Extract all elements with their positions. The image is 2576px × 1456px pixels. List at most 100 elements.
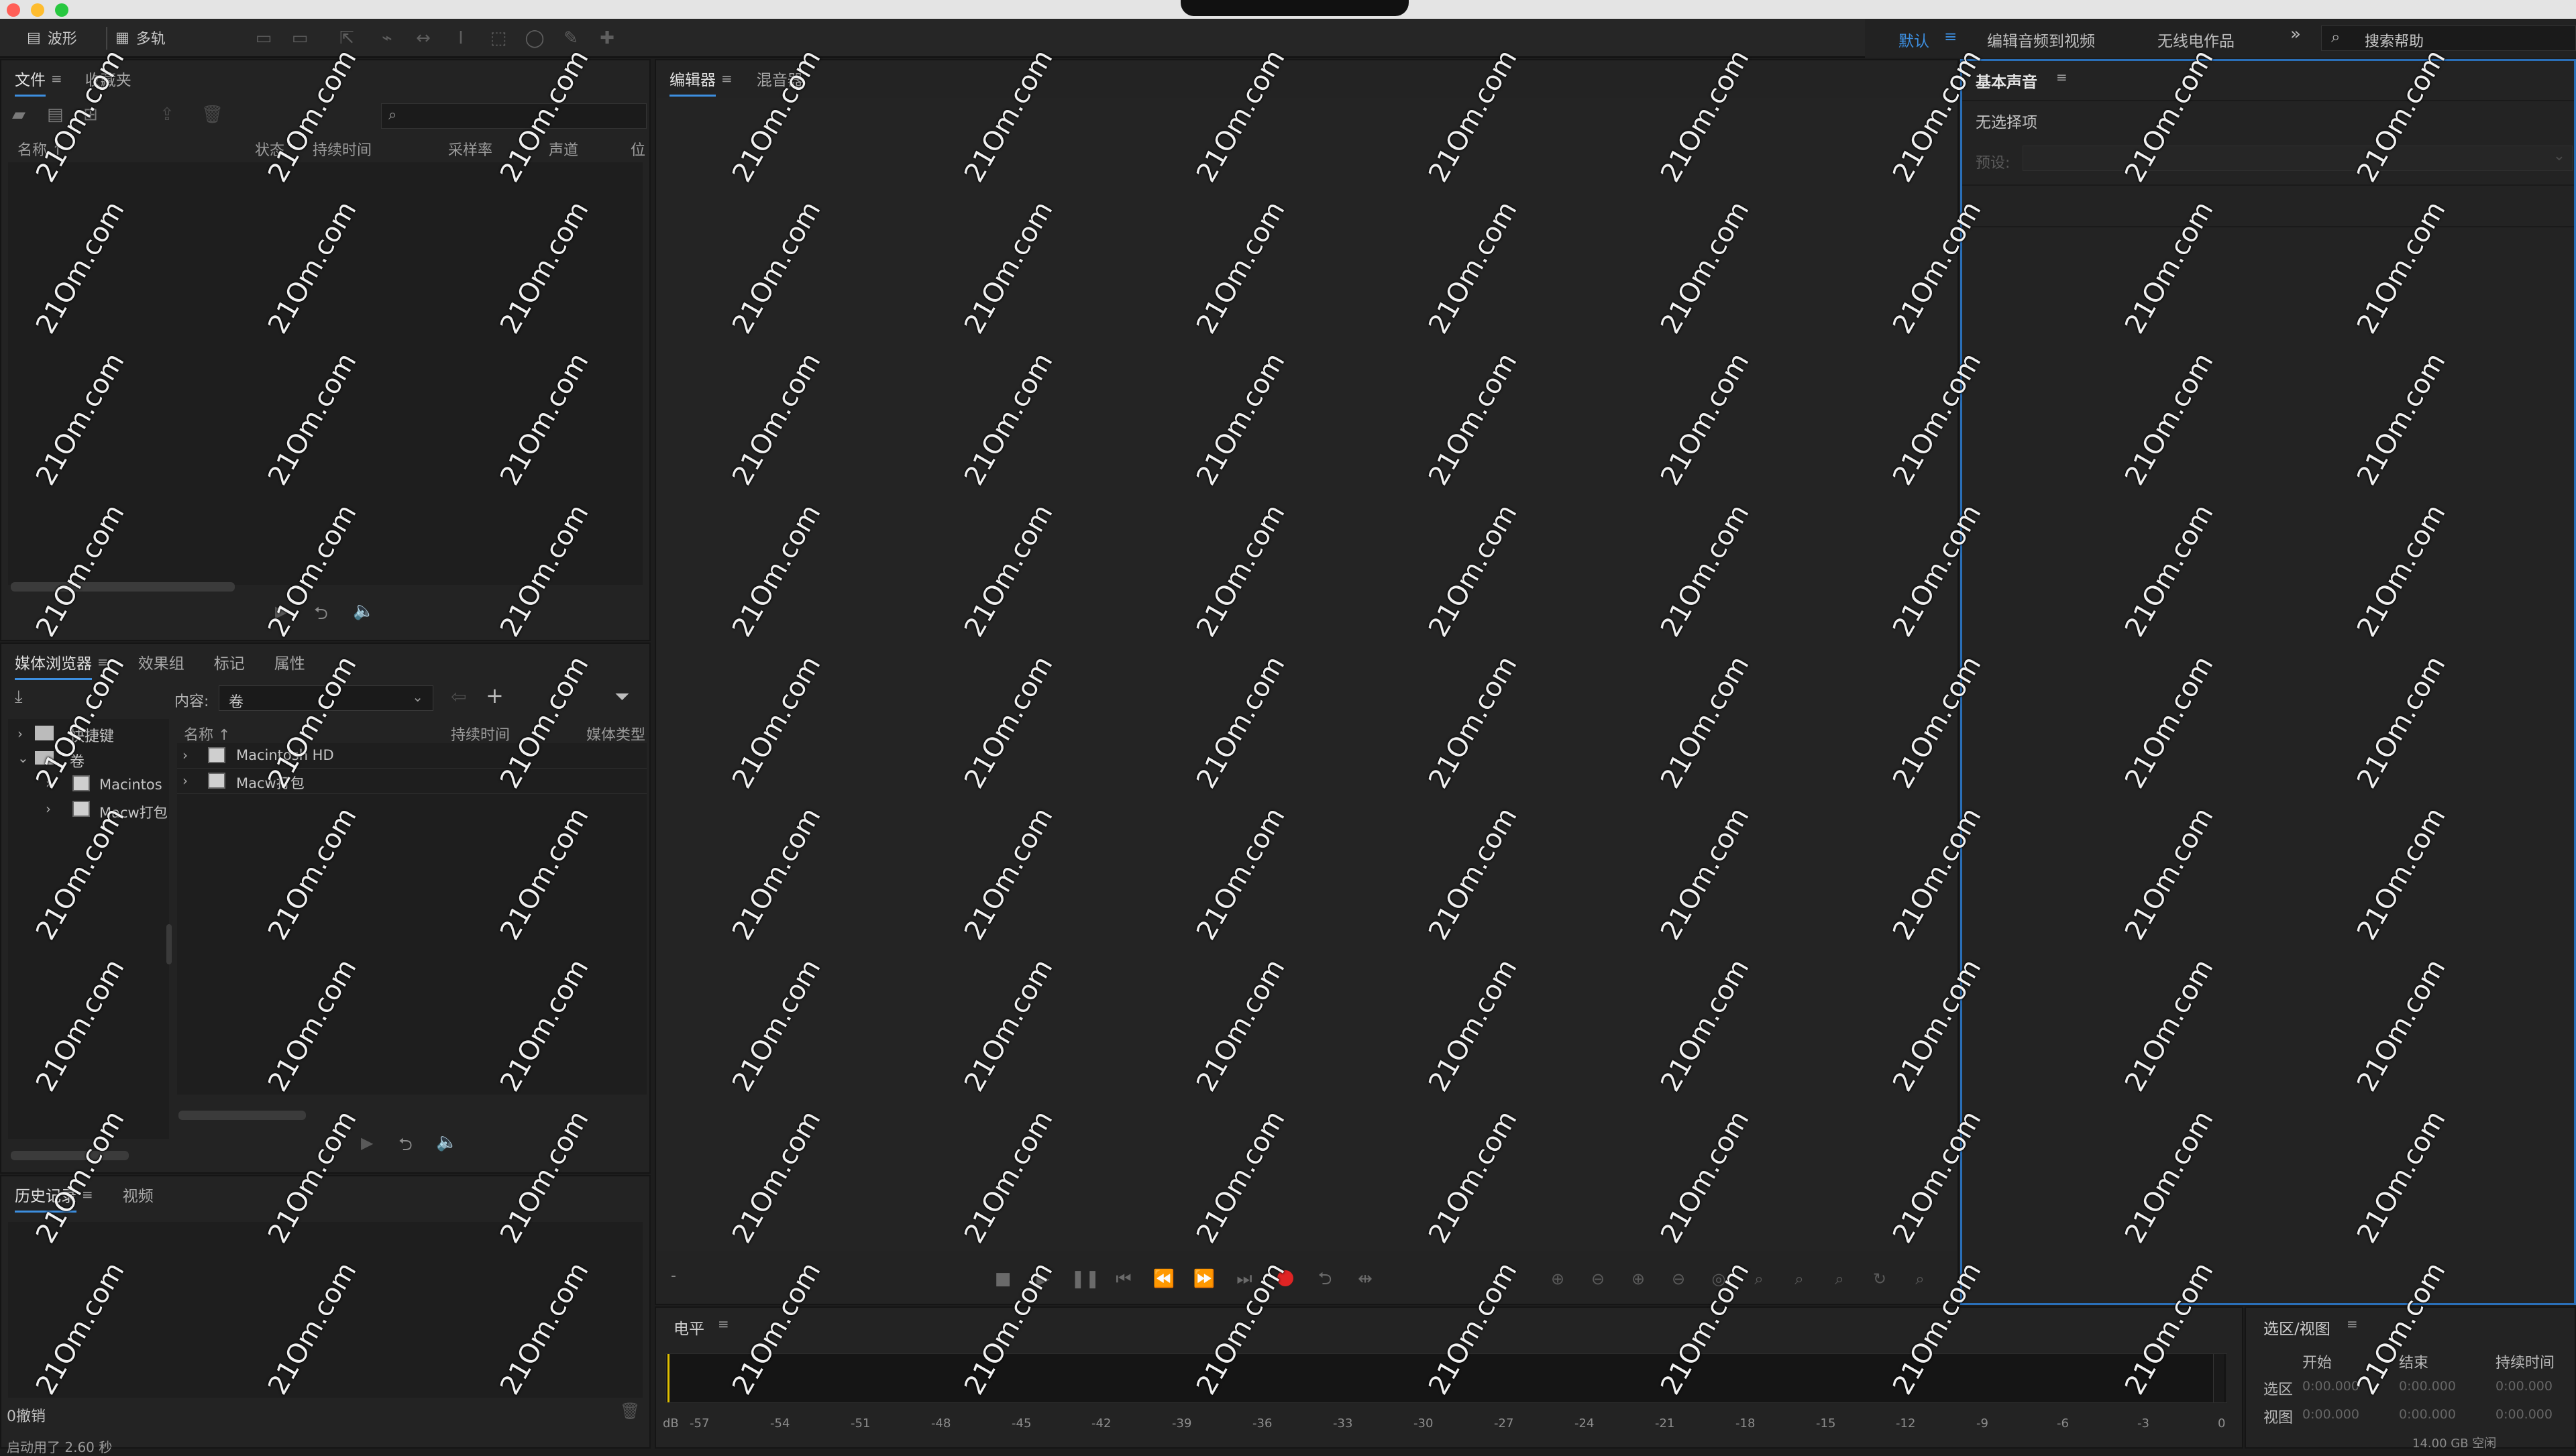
selection-end-value[interactable]: 0:00.000 (2399, 1379, 2456, 1394)
workspace-menu-icon[interactable]: ≡ (1944, 28, 1957, 46)
tab-editor[interactable]: 编辑器 (669, 67, 716, 97)
go-to-start-button[interactable]: ⏮ (1111, 1266, 1136, 1292)
view-start-value[interactable]: 0:00.000 (2302, 1407, 2359, 1422)
fast-forward-button[interactable]: ⏩ (1191, 1266, 1217, 1292)
rewind-button[interactable]: ⏪ (1151, 1266, 1177, 1292)
panel-menu-icon[interactable]: ≡ (721, 70, 733, 87)
play-icon[interactable]: ▶ (275, 602, 287, 621)
panel-menu-icon[interactable]: ≡ (82, 1186, 93, 1202)
zoom-window-button[interactable] (55, 3, 68, 17)
zoom-out-amplitude-icon[interactable]: ⊖ (1585, 1266, 1611, 1292)
minimize-window-button[interactable] (31, 3, 44, 17)
panel-menu-icon[interactable]: ≡ (97, 654, 109, 670)
import-file-icon[interactable]: ▤ (47, 105, 64, 125)
panel-menu-icon[interactable]: ≡ (51, 70, 62, 87)
tab-media-browser[interactable]: 媒体浏览器 (15, 651, 92, 680)
zoom-full-icon[interactable]: ◎ (1705, 1266, 1732, 1292)
multitrack-view-button[interactable]: ▦ 多轨 (115, 24, 166, 51)
loop-icon[interactable]: ⮌ (398, 1132, 413, 1162)
workspace-edit-audio-to-video[interactable]: 编辑音频到视频 (1987, 28, 2095, 51)
clip-indicator[interactable] (2213, 1354, 2224, 1402)
tab-properties[interactable]: 属性 (274, 651, 305, 673)
open-file-icon[interactable]: ▰ (12, 105, 25, 125)
skip-selection-button[interactable]: ⇹ (1352, 1266, 1378, 1292)
marquee-tool-icon[interactable]: ⬚ (487, 27, 510, 50)
autoplay-speaker-icon[interactable]: 🔈 (436, 1132, 458, 1152)
media-file-list[interactable]: › Macintosh HD › Macw打包 (177, 743, 647, 1095)
column-sample-rate[interactable]: 采样率 (448, 138, 492, 160)
files-list[interactable] (8, 162, 643, 585)
insert-into-multitrack-icon[interactable]: ⇪ (160, 105, 174, 125)
tab-files[interactable]: 文件 (15, 67, 46, 97)
record-button[interactable] (1277, 1270, 1293, 1286)
new-file-icon[interactable]: ⊞ (83, 105, 98, 125)
tree-item-shortcuts[interactable]: 快捷键 (70, 724, 114, 746)
panel-menu-icon[interactable]: ≡ (2347, 1316, 2358, 1332)
workspace-radio-production[interactable]: 无线电作品 (2157, 28, 2235, 51)
search-help-field[interactable]: ⌕ 搜索帮助 (2321, 25, 2576, 51)
pane-resize-handle[interactable] (166, 924, 172, 964)
tree-item-macintosh[interactable]: Macintos (99, 777, 162, 793)
more-workspaces-icon[interactable]: » (2290, 24, 2301, 44)
chevron-right-icon[interactable]: › (46, 801, 51, 817)
list-item[interactable]: › Macw打包 (177, 769, 647, 794)
tab-history[interactable]: 历史记录 (15, 1183, 76, 1213)
view-end-value[interactable]: 0:00.000 (2399, 1407, 2456, 1422)
zoom-out-point-icon[interactable]: ⌕ (1786, 1266, 1813, 1292)
list-item[interactable]: › Macintosh HD (177, 743, 647, 769)
spot-healing-icon[interactable]: ✚ (596, 27, 619, 50)
zoom-to-fit-icon[interactable]: ⌕ (1907, 1266, 1933, 1292)
column-status[interactable]: 状态 (255, 138, 284, 160)
filter-icon[interactable]: ⏷ (614, 685, 629, 708)
pause-button[interactable]: ❚❚ (1071, 1266, 1100, 1292)
chevron-down-icon[interactable]: ⌄ (17, 750, 29, 766)
zoom-in-amplitude-icon[interactable]: ⊕ (1544, 1266, 1571, 1292)
lasso-tool-icon[interactable]: ◯ (523, 27, 546, 50)
column-name[interactable]: 名称 ↑ (17, 138, 64, 160)
selection-duration-value[interactable]: 0:00.000 (2496, 1379, 2553, 1394)
preset-dropdown[interactable]: ⌄ (2023, 146, 2573, 171)
play-button[interactable]: ▶ (1030, 1266, 1056, 1292)
loop-playback-button[interactable]: ⮌ (1312, 1266, 1338, 1292)
stop-button[interactable]: ■ (990, 1266, 1016, 1292)
zoom-in-time-icon[interactable]: ⊕ (1625, 1266, 1652, 1292)
move-tool-icon[interactable]: ⇱ (335, 27, 358, 50)
files-search-input[interactable]: ⌕ (381, 103, 647, 129)
workspace-default[interactable]: 默认 (1898, 28, 1929, 51)
add-shortcut-icon[interactable]: + (486, 683, 504, 708)
close-window-button[interactable] (7, 3, 20, 17)
download-icon[interactable]: ⤓ (15, 687, 23, 708)
spectral-frequency-icon[interactable]: ▭ (252, 27, 275, 50)
waveform-view-button[interactable]: ▤ 波形 (27, 24, 77, 51)
slip-tool-icon[interactable]: ↔ (412, 27, 435, 50)
tab-markers[interactable]: 标记 (214, 651, 245, 673)
razor-tool-icon[interactable]: ⌁ (376, 27, 398, 50)
history-list[interactable] (8, 1222, 643, 1398)
volumes-tree[interactable]: › 快捷键 ⌄ 卷 › Macintos › Macw打包 (8, 719, 169, 1139)
go-to-end-button[interactable]: ⏭ (1232, 1266, 1257, 1292)
chevron-right-icon[interactable]: › (46, 775, 51, 791)
tree-horizontal-scrollbar[interactable] (11, 1151, 129, 1160)
chevron-right-icon[interactable]: › (182, 773, 188, 789)
zoom-out-time-icon[interactable]: ⊖ (1665, 1266, 1692, 1292)
loop-icon[interactable]: ⮌ (314, 601, 328, 630)
zoom-in-point-icon[interactable]: ⌕ (1746, 1266, 1772, 1292)
panel-menu-icon[interactable]: ≡ (2056, 69, 2068, 85)
chevron-right-icon[interactable]: › (182, 747, 188, 763)
media-horizontal-scrollbar[interactable] (178, 1111, 306, 1120)
column-duration[interactable]: 持续时间 (451, 723, 510, 744)
tree-item-macw[interactable]: Macw打包 (99, 802, 168, 822)
play-icon[interactable]: ▶ (361, 1133, 373, 1152)
tab-mixer[interactable]: 混音器 (757, 67, 803, 90)
editor-canvas[interactable] (657, 98, 1957, 1251)
files-horizontal-scrollbar[interactable] (11, 582, 235, 592)
spectral-pitch-icon[interactable]: ▭ (288, 27, 311, 50)
autoplay-speaker-icon[interactable]: 🔈 (353, 601, 374, 621)
chevron-right-icon[interactable]: › (17, 726, 23, 742)
trash-icon[interactable]: 🗑 (620, 1402, 640, 1420)
zoom-selection-icon[interactable]: ⌕ (1826, 1266, 1853, 1292)
column-bit-depth[interactable]: 位 (631, 138, 645, 160)
brush-tool-icon[interactable]: ✎ (559, 27, 582, 50)
tree-item-volumes[interactable]: 卷 (70, 750, 85, 771)
column-duration[interactable]: 持续时间 (313, 138, 372, 160)
